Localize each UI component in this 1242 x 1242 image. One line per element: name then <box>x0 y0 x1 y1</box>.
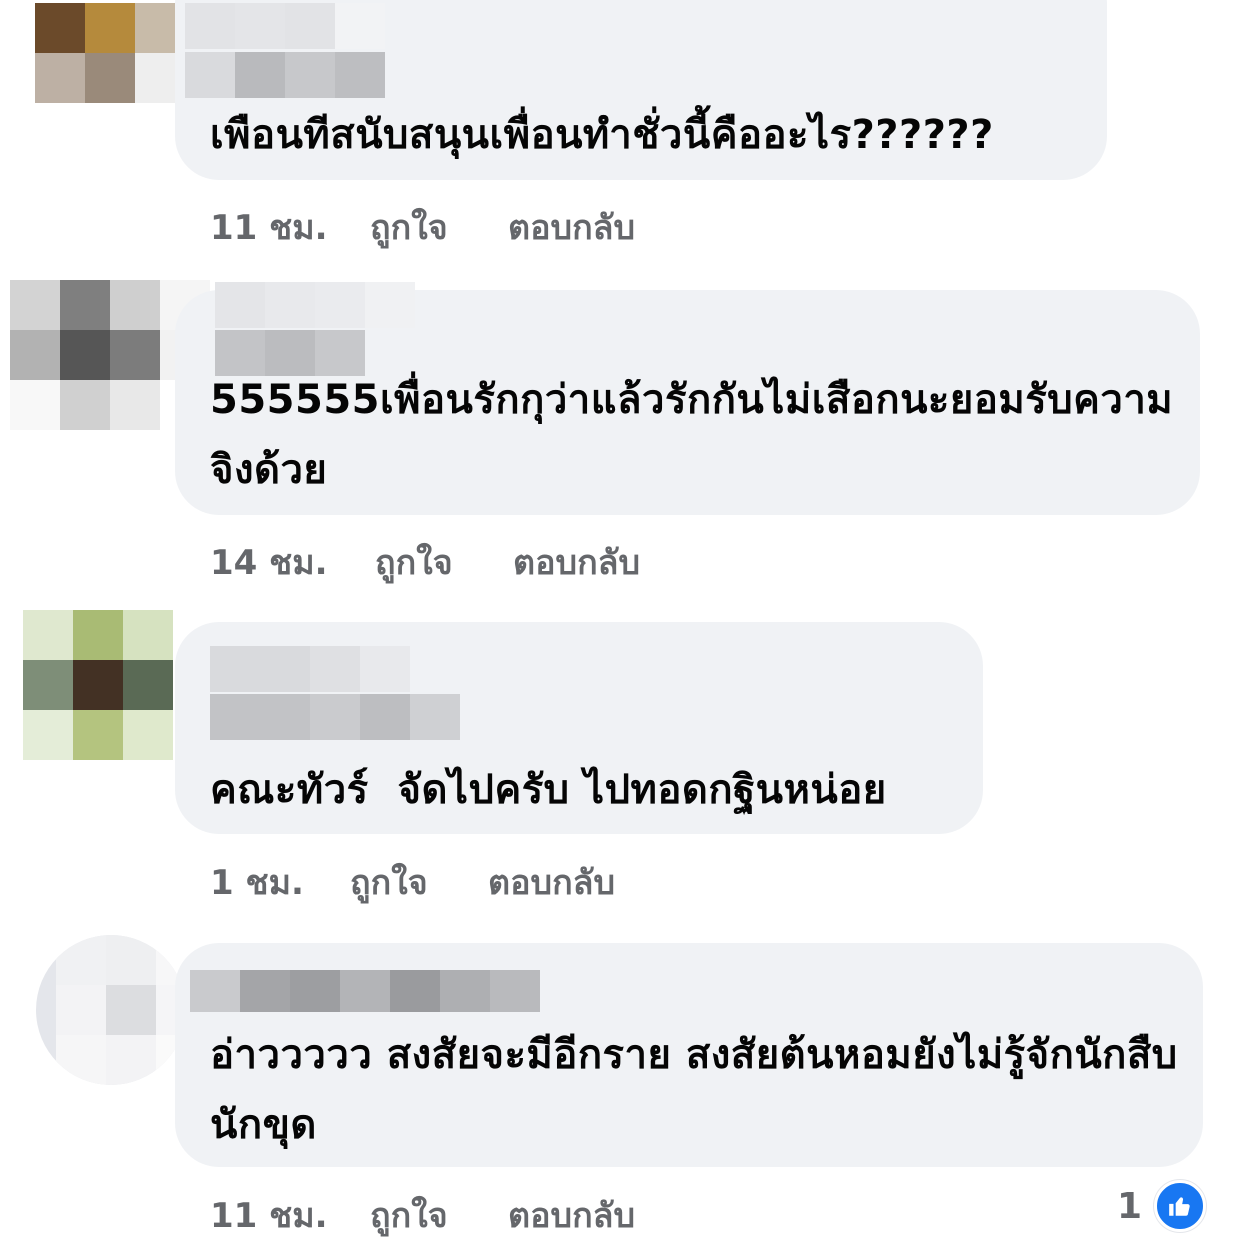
like-button[interactable]: ถูกใจ <box>370 1188 508 1242</box>
comment-actions: 11 ชม. ถูกใจ ตอบกลับ <box>210 1188 635 1242</box>
avatar[interactable] <box>23 610 173 760</box>
author-name-blurred-line2 <box>185 52 385 98</box>
like-button[interactable]: ถูกใจ <box>370 200 508 254</box>
like-button[interactable]: ถูกใจ <box>375 535 513 589</box>
comment-text: คณะทัวร์ จัดไปครับ ไปทอดกฐินหน่อย <box>210 767 887 813</box>
comment-text: เพือนทีสนับสนุนเพื่อนทำชั่วนี้คืออะไร???… <box>210 112 994 158</box>
comment-actions: 1 ชม. ถูกใจ ตอบกลับ <box>210 855 615 909</box>
comment-actions: 11 ชม. ถูกใจ ตอบกลับ <box>210 200 635 254</box>
reply-button[interactable]: ตอบกลับ <box>508 1188 635 1242</box>
reply-button[interactable]: ตอบกลับ <box>513 535 640 589</box>
author-name-blurred-line2 <box>210 694 460 740</box>
author-name-blurred[interactable] <box>185 3 385 49</box>
reply-button[interactable]: ตอบกลับ <box>488 855 615 909</box>
thumbs-up-icon <box>1154 1180 1206 1232</box>
comment-time[interactable]: 1 ชม. <box>210 855 350 909</box>
comment-time[interactable]: 11 ชม. <box>210 200 370 254</box>
author-name-blurred[interactable] <box>215 282 415 328</box>
reaction-count: 1 <box>1116 1185 1142 1227</box>
comment-text: อ่าววววว สงสัยจะมีอีกราย สงสัยต้นหอมยังไ… <box>210 1032 1178 1148</box>
comment-actions: 14 ชม. ถูกใจ ตอบกลับ <box>210 535 640 589</box>
comment-time[interactable]: 11 ชม. <box>210 1188 370 1242</box>
avatar[interactable] <box>36 935 186 1085</box>
like-button[interactable]: ถูกใจ <box>350 855 488 909</box>
reaction-summary[interactable]: 1 <box>1117 1180 1206 1232</box>
reply-button[interactable]: ตอบกลับ <box>508 200 635 254</box>
avatar[interactable] <box>35 3 185 153</box>
author-name-blurred[interactable] <box>210 646 410 692</box>
author-name-blurred[interactable] <box>190 970 540 1012</box>
comment-text: 555555เพื่อนรักกุว่าแล้วรักกันไม่เสือกนะ… <box>210 377 1174 493</box>
comment-time[interactable]: 14 ชม. <box>210 535 375 589</box>
